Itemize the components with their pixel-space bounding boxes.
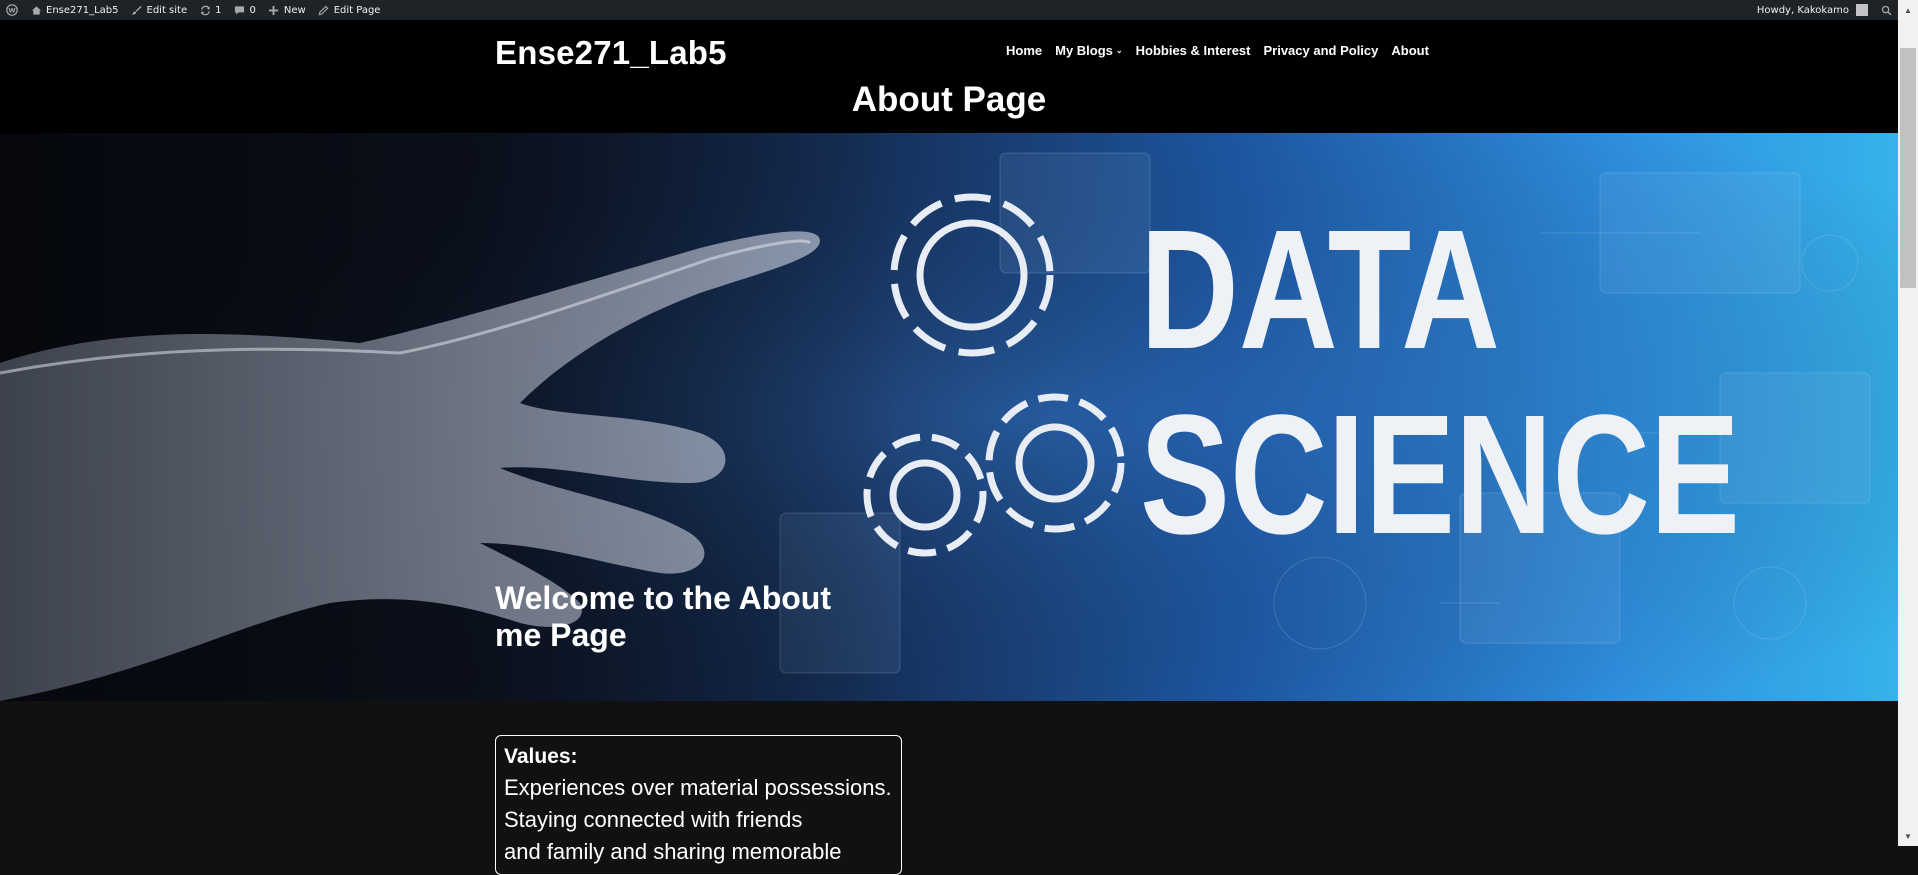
wordpress-logo-icon: W	[6, 4, 18, 16]
hero-cover: DATA SCIENCE Welcome to the About me Pag…	[0, 133, 1898, 701]
scroll-down-arrow-icon[interactable]: ▼	[1898, 826, 1918, 846]
comments-link[interactable]: 0	[228, 0, 262, 20]
updates-icon	[199, 4, 211, 16]
nav-item-label: Home	[1006, 43, 1043, 58]
new-label: New	[283, 4, 306, 16]
search-icon	[1880, 4, 1892, 16]
my-account-link[interactable]: Howdy, Kakokamo	[1751, 0, 1874, 20]
nav-item-hobbies-interest[interactable]: Hobbies & Interest	[1136, 43, 1251, 58]
admin-site-name-link[interactable]: Ense271_Lab5	[24, 0, 125, 20]
updates-link[interactable]: 1	[193, 0, 227, 20]
values-line: and family and sharing memorable	[504, 839, 842, 864]
image-text-science: SCIENCE	[1140, 380, 1740, 570]
values-line: Staying connected with friends	[504, 807, 803, 832]
edit-page-label: Edit Page	[333, 4, 381, 16]
edit-page-link[interactable]: Edit Page	[312, 0, 387, 20]
nav-item-label: Hobbies & Interest	[1135, 43, 1251, 58]
hero-heading: Welcome to the About me Page	[495, 580, 831, 653]
plus-icon	[268, 4, 280, 16]
nav-item-about[interactable]: About	[1391, 43, 1429, 58]
edit-site-label: Edit site	[146, 4, 188, 16]
home-icon	[30, 4, 42, 16]
nav-item-label: Privacy and Policy	[1263, 43, 1379, 58]
nav-item-privacy-policy[interactable]: Privacy and Policy	[1263, 43, 1378, 58]
admin-search-button[interactable]	[1874, 0, 1898, 20]
wordpress-logo-button[interactable]: W	[0, 0, 24, 20]
data-science-cover-image: DATA SCIENCE	[0, 133, 1898, 701]
site-title[interactable]: Ense271_Lab5	[495, 34, 727, 72]
nav-item-my-blogs[interactable]: My Blogs ⌄	[1055, 43, 1123, 58]
nav-item-label: About	[1391, 43, 1429, 58]
admin-bar: W Ense271_Lab5 Edit site 1 0 New Edit Pa…	[0, 0, 1898, 20]
values-line: Experiences over material possessions.	[504, 775, 892, 800]
values-title: Values:	[504, 745, 578, 768]
svg-text:W: W	[8, 6, 15, 14]
new-content-link[interactable]: New	[262, 0, 312, 20]
updates-count: 1	[215, 4, 222, 16]
admin-site-name-label: Ense271_Lab5	[46, 4, 119, 16]
page-scrollbar[interactable]: ▲ ▼	[1898, 0, 1918, 846]
scrollbar-thumb[interactable]	[1900, 48, 1916, 288]
page-title: About Page	[851, 80, 1047, 119]
comments-count: 0	[249, 4, 256, 16]
edit-site-link[interactable]: Edit site	[125, 0, 194, 20]
comment-icon	[234, 4, 246, 16]
nav-item-label: My Blogs	[1055, 43, 1113, 58]
howdy-label: Howdy, Kakokamo	[1756, 4, 1849, 16]
nav-item-home[interactable]: Home	[1006, 43, 1042, 58]
image-text-data: DATA	[1140, 195, 1500, 385]
scroll-up-arrow-icon[interactable]: ▲	[1898, 0, 1918, 20]
brush-icon	[131, 4, 143, 16]
avatar	[1856, 4, 1868, 16]
primary-navigation: Home My Blogs ⌄ Hobbies & Interest Privac…	[1006, 43, 1429, 58]
chevron-down-icon[interactable]: ⌄	[1116, 46, 1123, 55]
site-header: Ense271_Lab5 Home My Blogs ⌄ Hobbies & In…	[0, 20, 1898, 133]
values-box: Values: Experiences over material posses…	[495, 735, 902, 875]
pencil-icon	[318, 4, 330, 16]
